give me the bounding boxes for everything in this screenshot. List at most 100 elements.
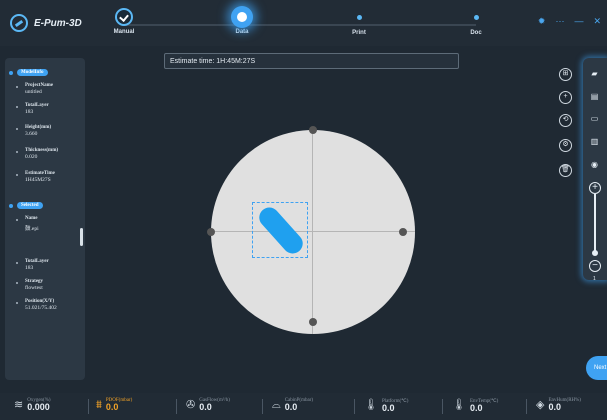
open-folder-icon[interactable]: ▰	[590, 70, 599, 78]
divider	[262, 399, 263, 414]
status-bar: ≋ Oxygen(%) 0.000 ⩩ PDOF(mbar) 0.0 ✇ Gas…	[0, 393, 607, 420]
status-oxygen: ≋ Oxygen(%) 0.000	[14, 398, 51, 412]
build-plate[interactable]	[207, 126, 415, 334]
model-info-header[interactable]: ModelInfo	[9, 69, 48, 76]
prop-value: flowtest	[25, 285, 43, 291]
step-label: Doc	[470, 30, 482, 36]
step-data[interactable]: Data	[212, 6, 272, 35]
prop-value: 183	[25, 109, 34, 115]
save-icon[interactable]: ▭	[590, 115, 599, 123]
estimate-time-bar: Estimate time: 1H:45M:27S	[164, 53, 459, 69]
section-dot-icon	[9, 203, 13, 208]
zoom-out-icon[interactable]: −	[589, 260, 601, 272]
plate-handle-top[interactable]	[309, 126, 317, 134]
status-value: 0.0	[199, 402, 212, 412]
prop-key: Name	[25, 216, 38, 221]
thermometer-icon: 🌡	[364, 399, 378, 411]
status-value: 0.0	[105, 402, 119, 412]
close-icon[interactable]: ✕	[593, 16, 601, 27]
plate-handle-bottom[interactable]	[309, 318, 317, 326]
bullet-icon	[16, 151, 18, 153]
selected-tag: Selected	[17, 202, 43, 209]
prop-key: EstimateTime	[25, 171, 55, 176]
bullet-icon	[16, 174, 18, 176]
thermometer-icon: 🌡	[452, 399, 466, 411]
window-controls: ✹ ··· — ✕	[538, 16, 601, 27]
top-bar: E-Pum-3D Manual Data Print Doc ✹ ··· — ✕	[0, 0, 607, 46]
scrollbar-thumb[interactable]	[80, 228, 83, 246]
pressure-icon: ⩩	[96, 399, 102, 411]
gauge-icon: ⌓	[272, 399, 281, 411]
status-cabin-pressure: ⌓ CabinP(mbar) 0.0	[272, 398, 313, 412]
divider	[88, 399, 89, 414]
prop-estimate-time: EstimateTime 1H45M27S	[25, 171, 55, 183]
view-icon[interactable]: ◉	[590, 161, 599, 169]
logo-icon	[10, 14, 28, 32]
active-step-icon	[231, 6, 253, 28]
bullet-icon	[16, 128, 18, 130]
status-platform-temp: 🌡 Platform(℃) 0.0	[364, 398, 408, 413]
selection-box[interactable]	[252, 202, 308, 258]
prop-key: TotalLayer	[25, 103, 49, 108]
file-icon[interactable]: ▤	[590, 93, 599, 101]
bullet-icon	[16, 262, 18, 264]
zoom-slider-thumb[interactable]	[592, 250, 598, 256]
divider	[354, 399, 355, 414]
bullet-icon	[16, 302, 18, 304]
status-gasflow: ✇ GasFlow(m³/h) 0.0	[186, 398, 230, 412]
step-manual[interactable]: Manual	[94, 8, 154, 35]
status-value: 0.0	[284, 402, 298, 412]
step-doc[interactable]: Doc	[446, 8, 506, 36]
export-icon[interactable]: ▥	[590, 138, 599, 146]
plate-handle-left[interactable]	[207, 228, 215, 236]
status-value: 0.0	[381, 403, 395, 413]
zoom-in-icon[interactable]: +	[589, 182, 601, 194]
prop-value: 1H45M27S	[25, 177, 51, 183]
status-value: 0.0	[548, 402, 561, 412]
prop-key: Position(X/Y)	[25, 299, 55, 304]
model-part[interactable]	[255, 203, 307, 258]
prop-strategy: Strategy flowtest	[25, 279, 43, 291]
bullet-icon	[16, 282, 18, 284]
prop-project-name: ProjectName untitled	[25, 83, 53, 95]
prop-total-layer-selected: TotalLayer 183	[25, 259, 49, 271]
rotate-icon[interactable]: ⟲	[559, 114, 572, 127]
prop-key: ProjectName	[25, 83, 53, 88]
step-print[interactable]: Print	[329, 8, 389, 36]
right-toolbar: ▰ ▤ ▭ ▥ ◉ + − 1	[583, 58, 607, 282]
plate-handle-right[interactable]	[399, 228, 407, 236]
zoom-slider-track[interactable]	[594, 194, 596, 254]
settings-gear-icon[interactable]: ⚙	[559, 139, 572, 152]
minimize-icon[interactable]: —	[574, 16, 583, 27]
prop-position: Position(X/Y) 51.021/75.402	[25, 299, 57, 311]
next-button[interactable]: Next	[586, 356, 607, 380]
pending-step-icon	[356, 15, 362, 20]
prop-key: Thickness(mm)	[25, 148, 59, 153]
selected-header[interactable]: Selected	[9, 202, 43, 209]
step-label: Print	[352, 30, 366, 36]
step-label: Manual	[113, 29, 135, 35]
divider	[526, 399, 527, 414]
status-value: 0.000	[27, 402, 50, 412]
model-info-tag: ModelInfo	[17, 69, 48, 76]
humidity-icon: ◈	[536, 399, 545, 411]
more-icon[interactable]: ···	[555, 16, 564, 27]
settings-icon[interactable]: ✹	[538, 16, 546, 27]
prop-key: Height(mm)	[25, 125, 52, 130]
prop-total-layer: TotalLayer 183	[25, 103, 49, 115]
prop-key: Strategy	[25, 279, 44, 284]
step-label: Data	[235, 29, 249, 35]
status-pdof: ⩩ PDOF(mbar) 0.0	[96, 398, 132, 412]
move-icon[interactable]: +	[559, 91, 572, 104]
zoom-level: 1	[593, 276, 596, 282]
prop-value: 0.020	[25, 154, 38, 160]
oxygen-icon: ≋	[14, 399, 24, 411]
check-icon	[115, 8, 133, 26]
grid-icon[interactable]: ⊞	[559, 68, 572, 81]
prop-value: 51.021/75.402	[25, 305, 57, 311]
prop-name: Name 鼓.epi	[25, 216, 39, 232]
delete-icon[interactable]: 🗑	[559, 164, 572, 177]
prop-value: untitled	[25, 89, 42, 95]
section-dot-icon	[9, 70, 13, 75]
pending-step-icon	[473, 15, 479, 20]
